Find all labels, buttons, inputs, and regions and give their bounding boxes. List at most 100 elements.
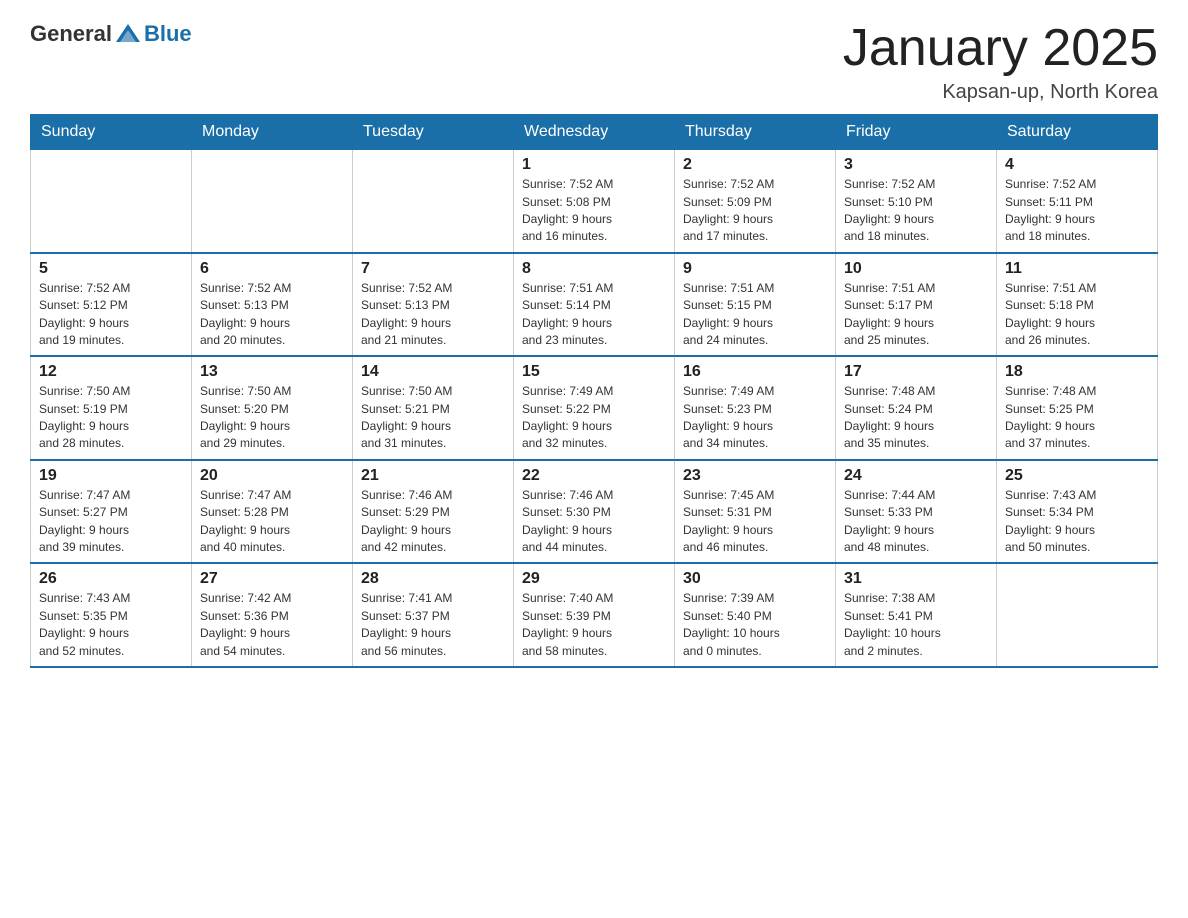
day-number: 27	[200, 570, 344, 588]
day-number: 29	[522, 570, 666, 588]
day-info: Sunrise: 7:43 AMSunset: 5:35 PMDaylight:…	[39, 590, 183, 660]
day-number: 6	[200, 260, 344, 278]
day-cell-13: 13Sunrise: 7:50 AMSunset: 5:20 PMDayligh…	[192, 356, 353, 460]
calendar-body: 1 Sunrise: 7:52 AMSunset: 5:08 PMDaylight…	[31, 150, 1158, 667]
day-cell-27: 27 Sunrise: 7:42 AMSunset: 5:36 PMDayligh…	[192, 563, 353, 667]
day-info: Sunrise: 7:40 AMSunset: 5:39 PMDaylight:…	[522, 590, 666, 660]
day-cell-30: 30 Sunrise: 7:39 AMSunset: 5:40 PMDayligh…	[675, 563, 836, 667]
day-number: 15	[522, 363, 666, 381]
title-section: January 2025 Kapsan-up, North Korea	[843, 20, 1158, 104]
day-number: 10	[844, 260, 988, 278]
weekday-header-row: SundayMondayTuesdayWednesdayThursdayFrid…	[31, 115, 1158, 150]
day-number: 23	[683, 467, 827, 485]
day-info: Sunrise: 7:47 AMSunset: 5:27 PMDaylight:…	[39, 487, 183, 557]
empty-cell	[192, 150, 353, 253]
day-info: Sunrise: 7:46 AMSunset: 5:29 PMDaylight:…	[361, 487, 505, 557]
day-number: 18	[1005, 363, 1149, 381]
day-cell-1: 1 Sunrise: 7:52 AMSunset: 5:08 PMDaylight…	[514, 150, 675, 253]
day-cell-10: 10 Sunrise: 7:51 AMSunset: 5:17 PMDayligh…	[836, 253, 997, 357]
day-info: Sunrise: 7:52 AMSunset: 5:13 PMDaylight:…	[361, 280, 505, 350]
day-number: 5	[39, 260, 183, 278]
day-number: 9	[683, 260, 827, 278]
weekday-header-friday: Friday	[836, 115, 997, 150]
day-cell-24: 24Sunrise: 7:44 AMSunset: 5:33 PMDayligh…	[836, 460, 997, 564]
logo-icon	[114, 20, 142, 48]
day-cell-15: 15 Sunrise: 7:49 AMSunset: 5:22 PMDayligh…	[514, 356, 675, 460]
day-info: Sunrise: 7:52 AMSunset: 5:08 PMDaylight:…	[522, 176, 666, 246]
day-cell-12: 12 Sunrise: 7:50 AMSunset: 5:19 PMDayligh…	[31, 356, 192, 460]
day-number: 17	[844, 363, 988, 381]
weekday-header-monday: Monday	[192, 115, 353, 150]
week-row-1: 1 Sunrise: 7:52 AMSunset: 5:08 PMDaylight…	[31, 150, 1158, 253]
day-cell-17: 17 Sunrise: 7:48 AMSunset: 5:24 PMDayligh…	[836, 356, 997, 460]
day-cell-14: 14 Sunrise: 7:50 AMSunset: 5:21 PMDayligh…	[353, 356, 514, 460]
day-number: 19	[39, 467, 183, 485]
day-info: Sunrise: 7:52 AMSunset: 5:13 PMDaylight:…	[200, 280, 344, 350]
day-cell-2: 2Sunrise: 7:52 AMSunset: 5:09 PMDaylight…	[675, 150, 836, 253]
empty-cell	[31, 150, 192, 253]
day-info: Sunrise: 7:50 AMSunset: 5:21 PMDaylight:…	[361, 383, 505, 453]
day-cell-16: 16 Sunrise: 7:49 AMSunset: 5:23 PMDayligh…	[675, 356, 836, 460]
day-cell-28: 28Sunrise: 7:41 AMSunset: 5:37 PMDayligh…	[353, 563, 514, 667]
location-label: Kapsan-up, North Korea	[843, 81, 1158, 104]
day-info: Sunrise: 7:52 AMSunset: 5:12 PMDaylight:…	[39, 280, 183, 350]
day-cell-9: 9 Sunrise: 7:51 AMSunset: 5:15 PMDaylight…	[675, 253, 836, 357]
day-info: Sunrise: 7:51 AMSunset: 5:15 PMDaylight:…	[683, 280, 827, 350]
day-number: 14	[361, 363, 505, 381]
weekday-header-wednesday: Wednesday	[514, 115, 675, 150]
weekday-header-sunday: Sunday	[31, 115, 192, 150]
logo-general-text: General	[30, 21, 112, 47]
day-number: 3	[844, 156, 988, 174]
day-cell-8: 8 Sunrise: 7:51 AMSunset: 5:14 PMDaylight…	[514, 253, 675, 357]
day-info: Sunrise: 7:50 AMSunset: 5:19 PMDaylight:…	[39, 383, 183, 453]
day-number: 21	[361, 467, 505, 485]
day-cell-20: 20Sunrise: 7:47 AMSunset: 5:28 PMDayligh…	[192, 460, 353, 564]
week-row-3: 12 Sunrise: 7:50 AMSunset: 5:19 PMDayligh…	[31, 356, 1158, 460]
empty-cell	[353, 150, 514, 253]
weekday-header-tuesday: Tuesday	[353, 115, 514, 150]
day-info: Sunrise: 7:42 AMSunset: 5:36 PMDaylight:…	[200, 590, 344, 660]
day-info: Sunrise: 7:51 AMSunset: 5:14 PMDaylight:…	[522, 280, 666, 350]
day-number: 22	[522, 467, 666, 485]
day-number: 31	[844, 570, 988, 588]
day-number: 11	[1005, 260, 1149, 278]
calendar-table: SundayMondayTuesdayWednesdayThursdayFrid…	[30, 114, 1158, 668]
day-info: Sunrise: 7:41 AMSunset: 5:37 PMDaylight:…	[361, 590, 505, 660]
empty-cell	[997, 563, 1158, 667]
day-info: Sunrise: 7:38 AMSunset: 5:41 PMDaylight:…	[844, 590, 988, 660]
day-info: Sunrise: 7:51 AMSunset: 5:18 PMDaylight:…	[1005, 280, 1149, 350]
day-info: Sunrise: 7:45 AMSunset: 5:31 PMDaylight:…	[683, 487, 827, 557]
week-row-5: 26 Sunrise: 7:43 AMSunset: 5:35 PMDayligh…	[31, 563, 1158, 667]
day-cell-29: 29 Sunrise: 7:40 AMSunset: 5:39 PMDayligh…	[514, 563, 675, 667]
day-info: Sunrise: 7:49 AMSunset: 5:22 PMDaylight:…	[522, 383, 666, 453]
day-info: Sunrise: 7:47 AMSunset: 5:28 PMDaylight:…	[200, 487, 344, 557]
day-info: Sunrise: 7:48 AMSunset: 5:25 PMDaylight:…	[1005, 383, 1149, 453]
day-number: 1	[522, 156, 666, 174]
day-number: 16	[683, 363, 827, 381]
day-info: Sunrise: 7:48 AMSunset: 5:24 PMDaylight:…	[844, 383, 988, 453]
weekday-header-saturday: Saturday	[997, 115, 1158, 150]
day-number: 26	[39, 570, 183, 588]
week-row-4: 19 Sunrise: 7:47 AMSunset: 5:27 PMDayligh…	[31, 460, 1158, 564]
day-info: Sunrise: 7:52 AMSunset: 5:11 PMDaylight:…	[1005, 176, 1149, 246]
day-info: Sunrise: 7:52 AMSunset: 5:10 PMDaylight:…	[844, 176, 988, 246]
day-number: 25	[1005, 467, 1149, 485]
day-info: Sunrise: 7:39 AMSunset: 5:40 PMDaylight:…	[683, 590, 827, 660]
day-info: Sunrise: 7:49 AMSunset: 5:23 PMDaylight:…	[683, 383, 827, 453]
calendar-header: SundayMondayTuesdayWednesdayThursdayFrid…	[31, 115, 1158, 150]
day-number: 8	[522, 260, 666, 278]
day-number: 30	[683, 570, 827, 588]
day-cell-4: 4Sunrise: 7:52 AMSunset: 5:11 PMDaylight…	[997, 150, 1158, 253]
day-number: 12	[39, 363, 183, 381]
logo: General Blue	[30, 20, 192, 48]
day-cell-31: 31 Sunrise: 7:38 AMSunset: 5:41 PMDayligh…	[836, 563, 997, 667]
day-cell-26: 26 Sunrise: 7:43 AMSunset: 5:35 PMDayligh…	[31, 563, 192, 667]
logo-blue-text: Blue	[144, 21, 192, 47]
day-info: Sunrise: 7:46 AMSunset: 5:30 PMDaylight:…	[522, 487, 666, 557]
weekday-header-thursday: Thursday	[675, 115, 836, 150]
day-cell-3: 3 Sunrise: 7:52 AMSunset: 5:10 PMDaylight…	[836, 150, 997, 253]
day-cell-21: 21 Sunrise: 7:46 AMSunset: 5:29 PMDayligh…	[353, 460, 514, 564]
day-info: Sunrise: 7:51 AMSunset: 5:17 PMDaylight:…	[844, 280, 988, 350]
day-cell-23: 23 Sunrise: 7:45 AMSunset: 5:31 PMDayligh…	[675, 460, 836, 564]
day-number: 13	[200, 363, 344, 381]
